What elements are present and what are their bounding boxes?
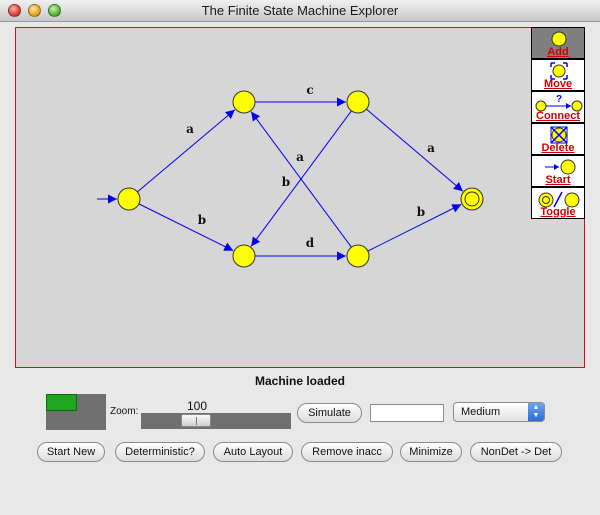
fsm-diagram[interactable]: abcdabab (16, 28, 584, 367)
tool-label: Move (543, 78, 573, 90)
simulate-button[interactable]: Simulate (297, 403, 362, 423)
transition-label: b (417, 205, 425, 219)
state-node[interactable] (346, 90, 370, 114)
state-node[interactable] (346, 244, 370, 268)
tool-move[interactable]: Move (531, 59, 585, 91)
status-message: Machine loaded (254, 374, 346, 388)
transition-arrow[interactable] (366, 108, 464, 192)
svg-text:?: ? (556, 94, 562, 105)
nondet-to-det-button[interactable]: NonDet -> Det (470, 442, 562, 462)
transition-label: a (296, 150, 304, 164)
zoom-label: Zoom: (110, 406, 139, 417)
transition-label: a (427, 141, 435, 155)
transition-label: b (282, 175, 290, 189)
accepting-state-node[interactable] (460, 187, 484, 211)
tool-connect[interactable]: ? Connect (531, 91, 585, 123)
transition-arrow[interactable] (367, 203, 462, 252)
transition-arrow[interactable] (138, 203, 234, 252)
tool-toggle[interactable]: Toggle (531, 187, 585, 219)
tool-label: Start (545, 174, 571, 186)
transition-label: a (186, 122, 194, 136)
state-node[interactable] (117, 187, 141, 211)
tool-start[interactable]: Start (531, 155, 585, 187)
state-node[interactable] (232, 244, 256, 268)
transition-label: d (306, 236, 315, 250)
speed-select[interactable]: Medium ▲ ▼ (453, 402, 545, 422)
state-machine-canvas[interactable]: abcdabab (15, 27, 585, 368)
tool-label: Add (547, 46, 569, 58)
tool-label: Toggle (540, 206, 576, 218)
select-arrows-icon: ▲ ▼ (528, 403, 544, 421)
transition-label: b (198, 213, 206, 227)
tool-label: Connect (536, 110, 580, 122)
zoom-value: 100 (186, 399, 208, 413)
tool-label: Delete (541, 142, 575, 154)
determinism-indicator (46, 394, 106, 430)
transition-label: c (306, 83, 313, 97)
deterministic-button[interactable]: Deterministic? (115, 442, 205, 462)
tool-add[interactable]: Add (531, 27, 585, 59)
title-bar: The Finite State Machine Explorer (0, 0, 600, 22)
simulation-input-field[interactable] (370, 404, 444, 422)
zoom-slider-thumb[interactable] (181, 414, 211, 427)
zoom-slider[interactable] (141, 413, 291, 429)
status-lamp (46, 394, 77, 411)
window-title: The Finite State Machine Explorer (201, 3, 399, 18)
auto-layout-button[interactable]: Auto Layout (213, 442, 293, 462)
start-new-button[interactable]: Start New (37, 442, 105, 462)
remove-inaccessible-button[interactable]: Remove inacc (301, 442, 393, 462)
tool-delete[interactable]: Delete (531, 123, 585, 155)
minimize-button[interactable]: Minimize (400, 442, 462, 462)
app-window: The Finite State Machine Explorer abcdab… (0, 0, 600, 515)
state-node[interactable] (232, 90, 256, 114)
tool-palette: Add Move? Connect Delete Start Toggle (531, 27, 585, 220)
speed-select-value: Medium (461, 406, 501, 418)
